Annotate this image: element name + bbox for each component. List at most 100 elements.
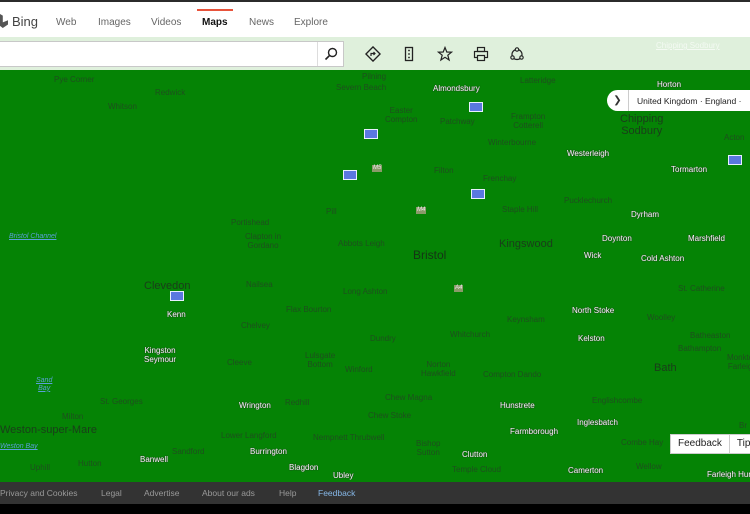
place-label: Pye Corner — [54, 75, 95, 84]
location-breadcrumb[interactable]: ❯ United Kingdom · England · — [607, 90, 750, 111]
chevron-right-icon[interactable]: ❯ — [607, 90, 629, 111]
map-marker[interactable] — [170, 291, 184, 301]
map-feedback-bar: Feedback Tip — [670, 434, 750, 454]
footer: Privacy and Cookies Legal Advertise Abou… — [0, 482, 750, 504]
place-label: Inglesbatch — [577, 418, 618, 427]
place-label: Marshfield — [688, 234, 725, 243]
place-label: Uphill — [30, 463, 51, 472]
print-icon — [473, 46, 489, 62]
place-label: Pucklechurch — [564, 196, 613, 205]
place-label: Woolley — [647, 313, 676, 322]
place-label: Ubley — [333, 471, 354, 480]
place-label: Bath — [654, 362, 677, 374]
tab-web[interactable]: Web — [56, 17, 76, 28]
bing-logo-text: Bing — [12, 13, 39, 29]
place-label: Flax Bourton — [286, 305, 332, 314]
place-label: Wrington — [239, 401, 271, 410]
top-navigation-bar: Bing Web Images Videos Maps News Explore — [0, 0, 750, 37]
road-label: A4 — [454, 285, 464, 292]
map-marker[interactable] — [471, 189, 485, 199]
map-marker[interactable] — [343, 170, 357, 180]
place-label: Tormarton — [671, 165, 708, 174]
tab-news[interactable]: News — [249, 17, 274, 28]
window-bottom-edge — [0, 504, 750, 514]
tab-explore[interactable]: Explore — [294, 17, 328, 28]
place-label: Chipping Sodbury — [620, 113, 664, 138]
share-button[interactable] — [508, 45, 526, 63]
place-label: Easter Compton — [385, 106, 418, 124]
place-label: Cleeve — [227, 358, 252, 367]
bing-logo-icon — [0, 14, 8, 28]
road-label: M4 — [416, 207, 427, 214]
place-label: Acton — [724, 133, 745, 142]
place-label: Horton — [657, 80, 682, 89]
place-label: St. Georges — [100, 397, 143, 406]
place-label: Milton — [62, 412, 84, 421]
place-label: Dyrham — [631, 210, 660, 219]
place-label: Portishead — [231, 218, 270, 227]
search-input[interactable] — [0, 41, 344, 67]
place-label: Staple Hill — [502, 205, 539, 214]
active-tab-indicator — [197, 9, 233, 11]
tab-videos[interactable]: Videos — [151, 17, 181, 28]
place-label: Hutton — [78, 459, 102, 468]
place-label: Redhill — [285, 398, 310, 407]
place-label: Combe Hay — [621, 438, 664, 447]
footer-link-privacy[interactable]: Privacy and Cookies — [0, 488, 77, 498]
tips-button[interactable]: Tip — [730, 435, 750, 453]
print-button[interactable] — [472, 45, 490, 63]
place-label: Chew Stoke — [368, 411, 412, 420]
favorites-button[interactable] — [436, 45, 454, 63]
map-marker[interactable] — [469, 102, 483, 112]
footer-link-feedback[interactable]: Feedback — [318, 488, 355, 498]
footer-link-about-ads[interactable]: About our ads — [202, 488, 255, 498]
place-label: Winford — [345, 365, 373, 374]
share-icon — [510, 47, 524, 61]
place-label: Doynton — [602, 234, 632, 243]
place-label: Long Ashton — [343, 287, 388, 296]
place-label: Almondsbury — [433, 84, 480, 93]
feedback-button[interactable]: Feedback — [671, 435, 730, 453]
place-label: St. Catherine — [678, 284, 725, 293]
place-label: Kelston — [578, 334, 605, 343]
breadcrumb-text: United Kingdom · England · — [637, 95, 742, 106]
place-label: Englishcombe — [592, 396, 643, 405]
place-label: Br — [739, 421, 747, 430]
place-label: Nailsea — [246, 280, 273, 289]
place-label: Wellow — [636, 462, 662, 471]
map-marker[interactable] — [364, 129, 378, 139]
place-label: Redwick — [155, 88, 186, 97]
tab-images[interactable]: Images — [98, 17, 131, 28]
place-label: Norton Hawkfield — [421, 360, 456, 378]
place-label: Wick — [584, 251, 602, 260]
place-label: Chew Magna — [385, 393, 433, 402]
place-label: Bishop Sutton — [416, 439, 441, 457]
bing-logo[interactable]: Bing — [0, 12, 38, 30]
place-label: Temple Cloud — [452, 465, 501, 474]
search-button[interactable] — [317, 42, 343, 66]
place-label: Kenn — [167, 310, 186, 319]
water-label: Bristol Channel — [9, 233, 57, 240]
map-marker[interactable] — [728, 155, 742, 165]
place-label: Burrington — [250, 447, 287, 456]
place-label: North Stoke — [572, 306, 615, 315]
place-label: Weston-super-Mare — [0, 424, 97, 436]
traffic-button[interactable] — [400, 45, 418, 63]
footer-link-legal[interactable]: Legal — [101, 488, 122, 498]
place-label: Frampton Cotterell — [511, 112, 546, 130]
place-label: Chelvey — [241, 321, 270, 330]
faint-place-label: Chipping Sodbury — [656, 41, 720, 50]
map-canvas[interactable]: Pye Corner Redwick Whitson Pilning Sever… — [0, 70, 750, 482]
place-label: Latteridge — [520, 76, 556, 85]
tab-maps[interactable]: Maps — [202, 17, 228, 28]
footer-link-help[interactable]: Help — [279, 488, 296, 498]
place-label: Batheaston — [690, 331, 731, 340]
place-label: Lower Langford — [221, 431, 277, 440]
place-label: Filton — [434, 166, 454, 175]
place-label: Bristol — [413, 248, 447, 262]
place-label: Bathampton — [678, 344, 722, 353]
place-label: Kingston Seymour — [144, 346, 177, 364]
place-label: Westerleigh — [567, 149, 610, 158]
directions-button[interactable] — [364, 45, 382, 63]
footer-link-advertise[interactable]: Advertise — [144, 488, 179, 498]
